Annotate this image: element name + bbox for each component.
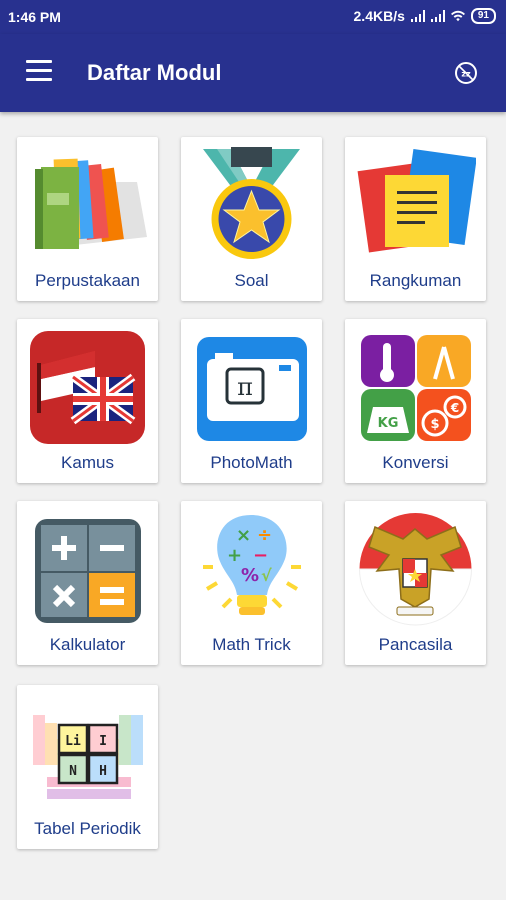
camera-pi-icon: π xyxy=(197,337,307,441)
lightbulb-math-icon: × ÷ + − % √ xyxy=(203,515,301,615)
module-label: PhotoMath xyxy=(210,453,293,472)
module-card-soal[interactable]: Soal xyxy=(181,137,322,301)
conversion-icon: KG $ € xyxy=(361,335,471,441)
module-label: Perpustakaan xyxy=(35,271,140,290)
flags-icon xyxy=(30,331,145,444)
svg-text:€: € xyxy=(450,401,459,415)
status-time: 1:46 PM xyxy=(8,9,61,25)
svg-text:H: H xyxy=(99,764,107,779)
svg-text:I: I xyxy=(99,734,107,749)
module-label: Konversi xyxy=(382,453,449,472)
signal-icon-2 xyxy=(430,10,445,22)
page-title: Daftar Modul xyxy=(87,60,222,85)
status-icons: 2.4KB/s 91 xyxy=(354,8,496,24)
svg-text:%: % xyxy=(241,565,259,586)
svg-text:KG: KG xyxy=(378,416,399,431)
svg-text:÷: ÷ xyxy=(257,525,272,546)
wifi-icon xyxy=(450,10,465,22)
notes-icon xyxy=(357,148,476,253)
module-card-pancasila[interactable]: Pancasila xyxy=(345,501,486,665)
svg-text:$: $ xyxy=(430,417,439,432)
network-speed: 2.4KB/s xyxy=(353,8,405,24)
module-card-kalkulator[interactable]: Kalkulator xyxy=(17,501,158,665)
books-icon xyxy=(35,158,147,249)
medal-star-icon xyxy=(203,147,300,259)
calculator-icon xyxy=(35,519,141,623)
module-label: Math Trick xyxy=(212,635,291,654)
svg-text:+: + xyxy=(227,545,242,566)
svg-text:√: √ xyxy=(261,566,272,585)
module-card-perpustakaan[interactable]: Perpustakaan xyxy=(17,137,158,301)
module-card-konversi[interactable]: KG $ € Konversi xyxy=(345,319,486,483)
module-label: Pancasila xyxy=(378,635,453,654)
hamburger-menu-icon[interactable] xyxy=(26,60,52,82)
module-card-kamus[interactable]: Kamus xyxy=(17,319,158,483)
periodic-table-icon: Li I N H xyxy=(33,715,143,799)
module-label: Kamus xyxy=(61,453,114,472)
svg-text:×: × xyxy=(236,525,251,546)
module-card-rangkuman[interactable]: Rangkuman xyxy=(345,137,486,301)
module-label: Rangkuman xyxy=(369,271,462,290)
module-card-math-trick[interactable]: × ÷ + − % √ Math Trick xyxy=(181,501,322,665)
signal-icon xyxy=(410,10,425,22)
module-card-photomath[interactable]: π PhotoMath xyxy=(181,319,322,483)
svg-text:Li: Li xyxy=(65,734,81,749)
zzz-badge-icon[interactable]: zz xyxy=(454,61,478,85)
module-card-tabel-periodik[interactable]: Li I N H Tabel Periodik xyxy=(17,685,158,849)
app-bar: Daftar Modul zz xyxy=(0,34,506,112)
module-label: Tabel Periodik xyxy=(34,819,141,838)
svg-text:N: N xyxy=(69,764,77,779)
module-label: Soal xyxy=(234,271,269,290)
battery-icon: 91 xyxy=(470,8,496,24)
status-bar: 1:46 PM 2.4KB/s 91 xyxy=(0,0,506,34)
svg-text:−: − xyxy=(253,545,268,566)
garuda-icon xyxy=(358,513,473,626)
svg-text:zz: zz xyxy=(461,70,471,79)
module-label: Kalkulator xyxy=(49,635,126,654)
svg-text:π: π xyxy=(237,373,253,401)
